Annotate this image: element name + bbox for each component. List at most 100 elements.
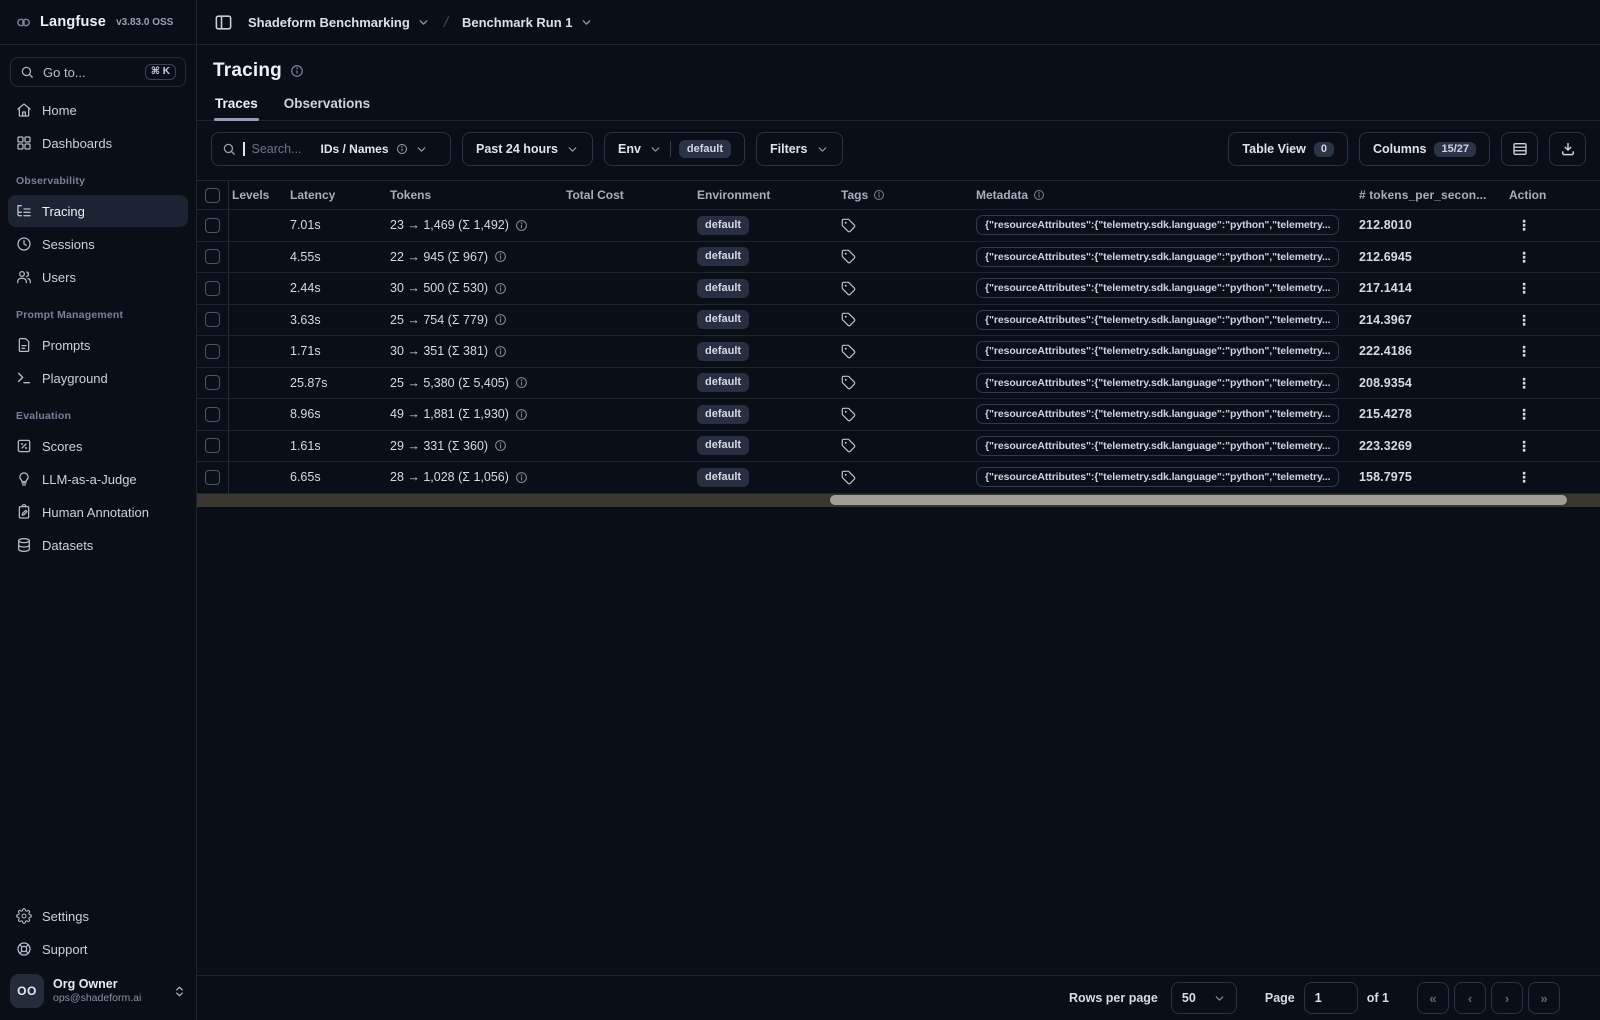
table-row[interactable]: 25.87s 25 → 5,380 (Σ 5,405) default {"resou… [197, 367, 1600, 399]
next-page-button[interactable]: › [1491, 982, 1523, 1014]
first-page-button[interactable]: « [1417, 982, 1449, 1014]
sidebar-item-playground[interactable]: Playground [8, 362, 188, 394]
row-actions-menu-icon[interactable]: ⋮ [1509, 466, 1539, 488]
row-actions-menu-icon[interactable]: ⋮ [1509, 277, 1539, 299]
rows-per-page-select[interactable]: 50 [1170, 982, 1237, 1014]
row-actions-menu-icon[interactable]: ⋮ [1509, 246, 1539, 268]
download-icon [1561, 142, 1574, 156]
metadata-pill[interactable]: {"resourceAttributes":{"telemetry.sdk.la… [976, 215, 1340, 236]
row-checkbox[interactable] [205, 469, 220, 485]
sidebar-item-prompts[interactable]: Prompts [8, 329, 188, 361]
metadata-cell: {"resourceAttributes":{"telemetry.sdk.la… [972, 404, 1357, 425]
row-checkbox[interactable] [205, 343, 220, 359]
row-actions-menu-icon[interactable]: ⋮ [1509, 403, 1539, 425]
metadata-pill[interactable]: {"resourceAttributes":{"telemetry.sdk.la… [976, 372, 1340, 393]
time-range-button[interactable]: Past 24 hours [462, 132, 593, 166]
metadata-pill[interactable]: {"resourceAttributes":{"telemetry.sdk.la… [976, 341, 1340, 362]
tag-icon[interactable] [841, 438, 856, 453]
row-checkbox[interactable] [205, 217, 220, 233]
table-row[interactable]: 8.96s 49 → 1,881 (Σ 1,930) default {"resour… [197, 399, 1600, 431]
horizontal-scrollbar[interactable] [197, 493, 1600, 507]
table-row[interactable]: 3.63s 25 → 754 (Σ 779) default {"resourceAt… [197, 304, 1600, 336]
table-row[interactable]: 4.55s 22 → 945 (Σ 967) default {"resourceAt… [197, 241, 1600, 273]
previous-page-button[interactable]: ‹ [1454, 982, 1486, 1014]
tag-icon[interactable] [841, 281, 856, 296]
row-actions-menu-icon[interactable]: ⋮ [1509, 309, 1539, 331]
column-header-action: Action [1509, 188, 1547, 202]
row-checkbox[interactable] [205, 438, 220, 454]
sidebar-item-settings[interactable]: Settings [8, 900, 188, 932]
table-view-button[interactable]: Table View 0 [1228, 132, 1348, 166]
last-page-button[interactable]: » [1528, 982, 1560, 1014]
table-row[interactable]: 7.01s 23 → 1,469 (Σ 1,492) default {"resour… [197, 210, 1600, 242]
sidebar-item-users[interactable]: Users [8, 261, 188, 293]
goto-search[interactable]: Go to... ⌘ K [10, 57, 186, 87]
metadata-pill[interactable]: {"resourceAttributes":{"telemetry.sdk.la… [976, 309, 1340, 330]
column-header-levels: Levels [232, 188, 270, 202]
sidebar-item-support[interactable]: Support [8, 933, 188, 965]
sidebar-item-tracing[interactable]: Tracing [8, 195, 188, 227]
prompts-icon [18, 338, 30, 352]
row-actions-menu-icon[interactable]: ⋮ [1509, 435, 1539, 457]
tag-icon[interactable] [841, 375, 856, 390]
search-input[interactable] [251, 142, 314, 156]
support-icon [17, 942, 31, 956]
scrollbar-thumb[interactable] [830, 495, 1567, 505]
page-input[interactable] [1314, 991, 1347, 1005]
info-icon [516, 408, 527, 420]
sidebar-item-scores[interactable]: Scores [8, 430, 188, 462]
tag-icon[interactable] [841, 249, 856, 264]
row-actions-menu-icon[interactable]: ⋮ [1509, 340, 1539, 362]
sidebar-toggle-button[interactable] [210, 9, 236, 35]
metadata-pill[interactable]: {"resourceAttributes":{"telemetry.sdk.la… [976, 246, 1340, 267]
sidebar-item-llm-as-a-judge[interactable]: LLM-as-a-Judge [8, 463, 188, 495]
row-checkbox[interactable] [205, 249, 220, 265]
sidebar-nav: Home Dashboards Observability Tracing Sessio… [0, 91, 196, 562]
sidebar-item-label: Prompts [42, 337, 91, 353]
table-row[interactable]: 1.71s 30 → 351 (Σ 381) default {"resourceAt… [197, 336, 1600, 368]
info-icon [515, 471, 528, 484]
sidebar-item-datasets[interactable]: Datasets [8, 529, 188, 561]
home-icon [17, 103, 31, 117]
metadata-pill[interactable]: {"resourceAttributes":{"telemetry.sdk.la… [976, 435, 1340, 456]
tag-icon[interactable] [841, 407, 856, 422]
latency-cell: 7.01s [290, 218, 321, 233]
sidebar-item-home[interactable]: Home [8, 94, 188, 126]
export-button[interactable] [1549, 132, 1586, 166]
tag-icon[interactable] [841, 312, 856, 327]
sidebar-item-human-annotation[interactable]: Human Annotation [8, 496, 188, 528]
row-actions-menu-icon[interactable]: ⋮ [1509, 372, 1539, 394]
tokens-per-second-cell: 214.3967 [1359, 312, 1412, 327]
avatar: OO [10, 974, 44, 1008]
table-row[interactable]: 2.44s 30 → 500 (Σ 530) default {"resourceAt… [197, 273, 1600, 305]
sidebar-item-label: Scores [42, 438, 83, 454]
sidebar-item-sessions[interactable]: Sessions [8, 228, 188, 260]
breadcrumb-project[interactable]: Benchmark Run 1 [462, 15, 593, 30]
env-filter-button[interactable]: Env default [603, 132, 745, 166]
metadata-pill[interactable]: {"resourceAttributes":{"telemetry.sdk.la… [976, 404, 1340, 425]
columns-button[interactable]: Columns 15/27 [1358, 132, 1490, 166]
row-height-button[interactable] [1501, 132, 1538, 166]
tab-traces[interactable]: Traces [214, 91, 259, 121]
tag-icon[interactable] [841, 344, 856, 359]
row-actions-menu-icon[interactable]: ⋮ [1509, 214, 1539, 236]
table-row[interactable]: 1.61s 29 → 331 (Σ 360) default {"resourceAt… [197, 430, 1600, 462]
row-checkbox[interactable] [205, 406, 220, 422]
metadata-pill[interactable]: {"resourceAttributes":{"telemetry.sdk.la… [976, 278, 1340, 299]
row-checkbox[interactable] [205, 280, 220, 296]
row-checkbox[interactable] [205, 375, 220, 391]
tag-icon[interactable] [841, 218, 856, 233]
tag-icon[interactable] [841, 470, 856, 485]
filters-button[interactable]: Filters [755, 132, 843, 166]
sidebar-item-dashboards[interactable]: Dashboards [8, 127, 188, 159]
tag-icon [841, 312, 856, 327]
tab-observations[interactable]: Observations [283, 91, 371, 120]
user-menu[interactable]: OO Org Owner ops@shadeform.ai [8, 966, 188, 1008]
table-row[interactable]: 6.65s 28 → 1,028 (Σ 1,056) default {"resour… [197, 462, 1600, 494]
row-checkbox[interactable] [205, 312, 220, 328]
search-box[interactable]: IDs / Names [211, 132, 451, 166]
metadata-pill[interactable]: {"resourceAttributes":{"telemetry.sdk.la… [976, 467, 1340, 488]
breadcrumb-org[interactable]: Shadeform Benchmarking [248, 15, 430, 30]
select-all-checkbox[interactable] [205, 187, 220, 203]
columns-count: 15/27 [1434, 141, 1476, 157]
